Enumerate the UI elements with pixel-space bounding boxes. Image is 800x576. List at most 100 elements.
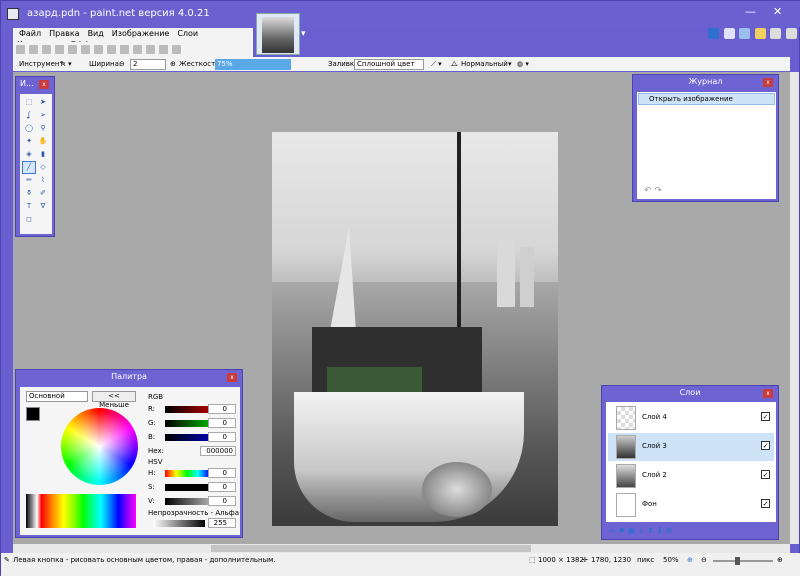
menu-image[interactable]: Изображение xyxy=(108,28,174,39)
canvas-image[interactable] xyxy=(272,132,558,526)
menu-edit[interactable]: Правка xyxy=(45,28,83,39)
undo-redo-icons[interactable]: ↶ ↷ xyxy=(644,186,662,196)
layer-row[interactable]: Фон ✓ xyxy=(608,491,774,519)
g-value[interactable]: 0 xyxy=(208,418,236,428)
layer-row-selected[interactable]: Слой 3 ✓ xyxy=(608,433,774,461)
paintbrush-icon[interactable]: ╱ xyxy=(22,161,36,174)
pan-icon[interactable]: ✋ xyxy=(37,136,49,147)
horizontal-scroll-thumb[interactable] xyxy=(211,545,531,552)
palette-panel-title[interactable]: Палитра xyxy=(16,370,242,385)
deselect-icon[interactable] xyxy=(120,45,129,54)
cut-icon[interactable] xyxy=(68,45,77,54)
fill-dropdown[interactable]: Сплошной цвет xyxy=(354,59,424,70)
zoom-value[interactable]: 50% xyxy=(663,553,679,568)
layers-panel-close-icon[interactable]: x xyxy=(763,389,773,398)
undo-icon[interactable] xyxy=(133,45,142,54)
zoom-out-icon[interactable]: ⊖ xyxy=(701,553,707,568)
units-dropdown[interactable]: пикс xyxy=(637,553,654,568)
layer-visibility-checkbox[interactable]: ✓ xyxy=(761,470,770,479)
history-panel-title[interactable]: Журнал xyxy=(633,75,778,90)
open-icon[interactable] xyxy=(29,45,38,54)
image-tab-thumbnail[interactable] xyxy=(256,13,300,55)
save-icon[interactable] xyxy=(42,45,51,54)
gradient-icon[interactable]: ▮ xyxy=(37,149,49,160)
new-icon[interactable] xyxy=(16,45,25,54)
crop-icon[interactable] xyxy=(107,45,116,54)
move-selection-icon[interactable]: ➢ xyxy=(37,110,49,121)
zoom-slider-handle[interactable] xyxy=(735,557,740,565)
close-window-icon[interactable]: ✕ xyxy=(773,5,782,18)
antialias-icon[interactable]: ⟋ ▾ xyxy=(431,57,442,71)
h-value[interactable]: 0 xyxy=(208,468,236,478)
menu-layers[interactable]: Слои xyxy=(173,28,202,39)
help-icon[interactable] xyxy=(785,28,797,39)
blend-mode-dropdown[interactable]: Нормальный xyxy=(461,57,508,71)
selection-mode-icon[interactable]: ◍ ▾ xyxy=(517,57,529,71)
palette-toggle-icon[interactable] xyxy=(754,28,766,39)
palette-panel-close-icon[interactable]: x xyxy=(227,373,237,382)
history-panel-close-icon[interactable]: x xyxy=(763,78,773,87)
rect-select-icon[interactable]: ⬚ xyxy=(23,97,35,108)
grid-icon[interactable] xyxy=(159,45,168,54)
b-value[interactable]: 0 xyxy=(208,432,236,442)
r-value[interactable]: 0 xyxy=(208,404,236,414)
ellipse-select-icon[interactable]: ◯ xyxy=(23,123,35,134)
s-value[interactable]: 0 xyxy=(208,482,236,492)
layer-visibility-checkbox[interactable]: ✓ xyxy=(761,412,770,421)
history-item[interactable]: Открыть изображение xyxy=(638,93,775,105)
recolor-icon[interactable]: ✐ xyxy=(37,188,49,199)
width-field[interactable]: 2 xyxy=(130,59,166,70)
width-increase-icon[interactable]: ⊕ xyxy=(170,57,176,71)
width-decrease-icon[interactable]: ⊖ xyxy=(119,57,125,71)
current-tool-brush-icon[interactable]: ✎ ▾ xyxy=(60,57,72,71)
print-icon[interactable] xyxy=(55,45,64,54)
tools-panel-close-icon[interactable]: x xyxy=(39,80,49,89)
layer-visibility-checkbox[interactable]: ✓ xyxy=(761,441,770,450)
zoom-icon[interactable]: ⚲ xyxy=(37,123,49,134)
zoom-fit-icon[interactable]: ⊕ xyxy=(687,553,693,568)
layer-visibility-checkbox[interactable]: ✓ xyxy=(761,499,770,508)
vertical-scrollbar[interactable] xyxy=(790,72,799,544)
layer-buttons[interactable]: ＋ ✖ ▣ ⇩ ⬆ ⬇ ⚙ xyxy=(608,525,673,536)
shapes-icon[interactable]: ◻ xyxy=(23,214,35,225)
palette-swatches[interactable] xyxy=(26,494,136,528)
layers-panel-title[interactable]: Слои xyxy=(602,386,778,401)
line-icon[interactable]: ∇ xyxy=(37,201,49,212)
magic-wand-icon[interactable]: ✦ xyxy=(23,136,35,147)
zoom-in-icon[interactable]: ⊕ xyxy=(777,553,783,568)
alpha-value[interactable]: 255 xyxy=(208,518,236,528)
copy-icon[interactable] xyxy=(81,45,90,54)
menu-file[interactable]: Файл xyxy=(13,28,45,39)
clone-stamp-icon[interactable]: ⚱ xyxy=(23,188,35,199)
layers-toggle-icon[interactable] xyxy=(739,28,751,39)
text-icon[interactable]: T xyxy=(23,201,35,212)
layer-row[interactable]: Слой 4 ✓ xyxy=(608,404,774,432)
less-button[interactable]: << Меньше xyxy=(92,391,136,409)
alpha-slider[interactable] xyxy=(153,520,205,527)
minimize-icon[interactable]: — xyxy=(745,5,756,18)
v-value[interactable]: 0 xyxy=(208,496,236,506)
hardness-slider[interactable]: 75% xyxy=(215,59,291,70)
history-toggle-icon[interactable] xyxy=(723,28,735,39)
ruler-icon[interactable] xyxy=(172,45,181,54)
primary-color-swatch[interactable] xyxy=(26,407,40,421)
paste-icon[interactable] xyxy=(94,45,103,54)
lasso-icon[interactable]: ʆ xyxy=(23,110,35,121)
move-selected-icon[interactable]: ➤ xyxy=(37,97,49,108)
color-mode-dropdown[interactable]: Основной xyxy=(26,391,88,402)
hex-field[interactable]: 000000 xyxy=(200,446,236,456)
paint-bucket-icon[interactable]: ◈ xyxy=(23,149,35,160)
menu-view[interactable]: Вид xyxy=(84,28,108,39)
image-list-arrow-icon[interactable]: ▾ xyxy=(301,29,306,39)
tools-toggle-icon[interactable] xyxy=(708,28,719,39)
layer-row[interactable]: Слой 2 ✓ xyxy=(608,462,774,490)
horizontal-scrollbar[interactable] xyxy=(13,544,790,553)
redo-icon[interactable] xyxy=(146,45,155,54)
eraser-icon[interactable]: ◇ xyxy=(37,162,49,173)
zoom-slider[interactable] xyxy=(713,557,773,565)
blend-dropdown-arrow-icon[interactable]: ▾ xyxy=(508,57,512,71)
color-wheel[interactable] xyxy=(61,408,138,485)
pencil-icon[interactable]: ✏ xyxy=(23,175,35,186)
color-picker-icon[interactable]: ⌇ xyxy=(37,175,49,186)
settings-icon[interactable] xyxy=(770,28,782,39)
